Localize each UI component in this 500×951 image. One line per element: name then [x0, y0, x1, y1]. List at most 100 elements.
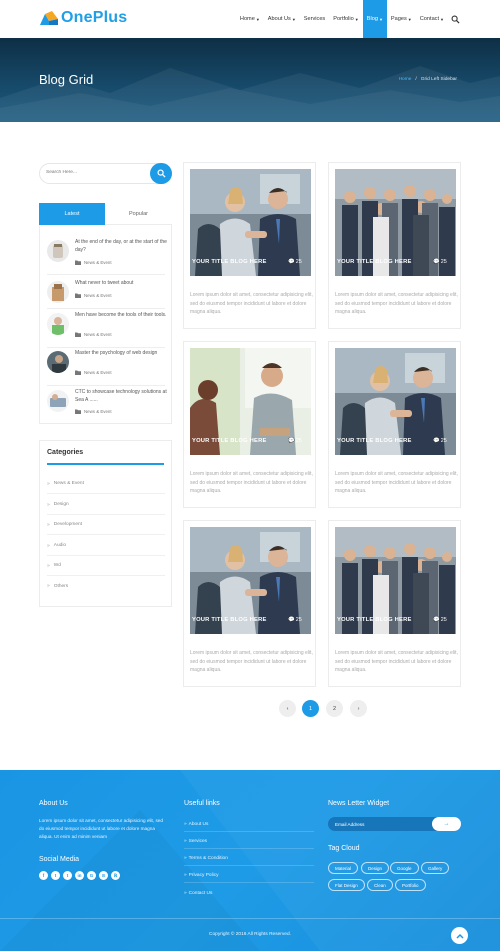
copyright-text: Copyright © 2016 All Rights Reserved.	[209, 932, 291, 937]
blog-card-excerpt: Lorem ipsum dolor sit amet, consectetur …	[190, 471, 313, 494]
blog-card[interactable]: YOUR TITLE BLOG HERE 💬 25 Lorem ipsum dol…	[183, 162, 316, 329]
sidebar-post[interactable]: At the end of the day, or at the start o…	[47, 239, 167, 276]
post-title[interactable]: At the end of the day, or at the start o…	[75, 239, 167, 254]
categories-underline	[47, 463, 164, 465]
footer-link-label: Services	[188, 839, 208, 844]
blog-card-title[interactable]: YOUR TITLE BLOG HERE	[192, 259, 267, 265]
post-title[interactable]: CTC to showcase technology solutions at …	[75, 389, 167, 404]
footer-link[interactable]: » Services	[184, 835, 314, 849]
comment-count: 💬 25	[288, 438, 302, 444]
footer-link[interactable]: » Terms & Condition	[184, 852, 314, 866]
post-category[interactable]: News & Event	[84, 332, 112, 337]
chevron-right-icon: »	[47, 521, 50, 528]
comment-count-value: 25	[440, 259, 447, 265]
folder-icon	[75, 260, 81, 265]
newsletter-submit-button[interactable]: →	[432, 817, 461, 831]
blog-card-title[interactable]: YOUR TITLE BLOG HERE	[337, 617, 412, 623]
tag-item[interactable]: Portfolio	[395, 879, 426, 891]
category-item[interactable]: » Design	[47, 495, 165, 515]
chevron-right-icon: »	[184, 839, 187, 844]
tag-item[interactable]: Google	[390, 862, 419, 874]
facebook-icon[interactable]: f	[39, 871, 48, 880]
breadcrumb: Home / Grid Left Sidebar	[399, 77, 457, 82]
blog-card[interactable]: YOUR TITLE BLOG HERE 💬 25 Lorem ipsum dol…	[328, 341, 461, 508]
post-title[interactable]: What never to tweet about	[75, 280, 167, 288]
tag-item[interactable]: Design	[361, 862, 390, 874]
category-item[interactable]: » Audio	[47, 536, 165, 556]
blog-card[interactable]: YOUR TITLE BLOG HERE 💬 25 Lorem ipsum dol…	[328, 520, 461, 687]
category-item[interactable]: » Development	[47, 515, 165, 535]
pagination-page-1[interactable]: 1	[302, 700, 319, 717]
category-item[interactable]: » News & Event	[47, 474, 165, 494]
post-title[interactable]: Men have become the tools of their tools…	[75, 312, 167, 320]
blog-card[interactable]: YOUR TITLE BLOG HERE 💬 25 Lorem ipsum dol…	[328, 162, 461, 329]
pagination-prev[interactable]: ‹	[279, 700, 296, 717]
logo-text[interactable]: OnePlus	[61, 9, 127, 27]
category-item[interactable]: » Others	[47, 576, 165, 596]
category-label: Wd	[53, 563, 61, 568]
nav-about[interactable]: About Us ▼	[264, 0, 300, 38]
comment-count-value: 25	[295, 617, 302, 623]
sidebar-post[interactable]: Master the psychology of web design News…	[47, 350, 167, 387]
nav-portfolio[interactable]: Portfolio ▼	[329, 0, 363, 38]
nav-contact[interactable]: Contact ▼	[416, 0, 448, 38]
nav-pages[interactable]: Pages ▼	[387, 0, 416, 38]
blog-card-excerpt: Lorem ipsum dolor sit amet, consectetur …	[335, 471, 458, 494]
category-label: News & Event	[53, 481, 84, 486]
post-category[interactable]: News & Event	[84, 370, 112, 375]
footer-link-label: About Us	[188, 822, 209, 827]
blog-card[interactable]: YOUR TITLE BLOG HERE 💬 25 Lorem ipsum dol…	[183, 341, 316, 508]
blog-card-title[interactable]: YOUR TITLE BLOG HERE	[337, 259, 412, 265]
footer-link-label: Terms & Condition	[188, 856, 228, 861]
folder-icon	[75, 293, 81, 298]
tab-latest[interactable]: Latest	[39, 203, 105, 225]
twitter-icon[interactable]: t	[51, 871, 60, 880]
tag-item[interactable]: Gallery	[421, 862, 450, 874]
linkedin-icon[interactable]: in	[75, 871, 84, 880]
post-meta: News & Event	[75, 260, 112, 265]
post-category[interactable]: News & Event	[84, 293, 112, 298]
post-category[interactable]: News & Event	[84, 260, 112, 265]
tag-item[interactable]: Material	[328, 862, 359, 874]
post-thumbnail	[47, 240, 69, 262]
blog-card-title[interactable]: YOUR TITLE BLOG HERE	[192, 438, 267, 444]
pagination-next[interactable]: ›	[350, 700, 367, 717]
post-title[interactable]: Master the psychology of web design	[75, 350, 167, 358]
footer-link[interactable]: » About Us	[184, 818, 314, 832]
tumblr-icon[interactable]: t	[63, 871, 72, 880]
sidebar-post[interactable]: Men have become the tools of their tools…	[47, 312, 167, 349]
nav-services[interactable]: Services	[300, 0, 329, 38]
pagination-page-2[interactable]: 2	[326, 700, 343, 717]
tab-popular[interactable]: Popular	[105, 203, 172, 225]
rss-icon[interactable]: ℝ	[111, 871, 120, 880]
search-button[interactable]	[150, 163, 172, 184]
post-category[interactable]: News & Event	[84, 409, 112, 414]
newsletter-title: News Letter Widget	[328, 800, 390, 807]
tag-item[interactable]: Clean	[367, 879, 393, 891]
blog-card-excerpt: Lorem ipsum dolor sit amet, consectetur …	[335, 650, 458, 673]
breadcrumb-home[interactable]: Home	[399, 77, 412, 82]
post-thumbnail	[47, 281, 69, 303]
blog-card[interactable]: YOUR TITLE BLOG HERE 💬 25 Lorem ipsum dol…	[183, 520, 316, 687]
blog-card-title[interactable]: YOUR TITLE BLOG HERE	[192, 617, 267, 623]
footer-link[interactable]: » Privacy Policy	[184, 869, 314, 883]
categories-title: Categories	[47, 449, 84, 456]
caret-down-icon: ▼	[378, 16, 383, 22]
footer-link-label: Privacy Policy	[188, 873, 219, 878]
logo-icon[interactable]	[40, 11, 58, 25]
search-icon[interactable]	[451, 15, 460, 24]
category-item[interactable]: » Wd	[47, 556, 165, 576]
instagram-icon[interactable]: ⊙	[99, 871, 108, 880]
tag-item[interactable]: Flat Design	[328, 879, 365, 891]
comment-count: 💬 25	[433, 617, 447, 623]
nav-home-label: Home	[239, 16, 255, 22]
footer-link[interactable]: » Contact Us	[184, 886, 314, 900]
google-plus-icon[interactable]: G	[87, 871, 96, 880]
nav-home[interactable]: Home ▼	[236, 0, 264, 38]
search-input[interactable]	[46, 170, 136, 175]
back-to-top-button[interactable]	[451, 927, 468, 944]
blog-card-excerpt: Lorem ipsum dolor sit amet, consectetur …	[335, 292, 458, 315]
nav-blog[interactable]: Blog ▼	[362, 0, 387, 38]
blog-card-title[interactable]: YOUR TITLE BLOG HERE	[337, 438, 412, 444]
sidebar-post[interactable]: CTC to showcase technology solutions at …	[47, 389, 167, 426]
